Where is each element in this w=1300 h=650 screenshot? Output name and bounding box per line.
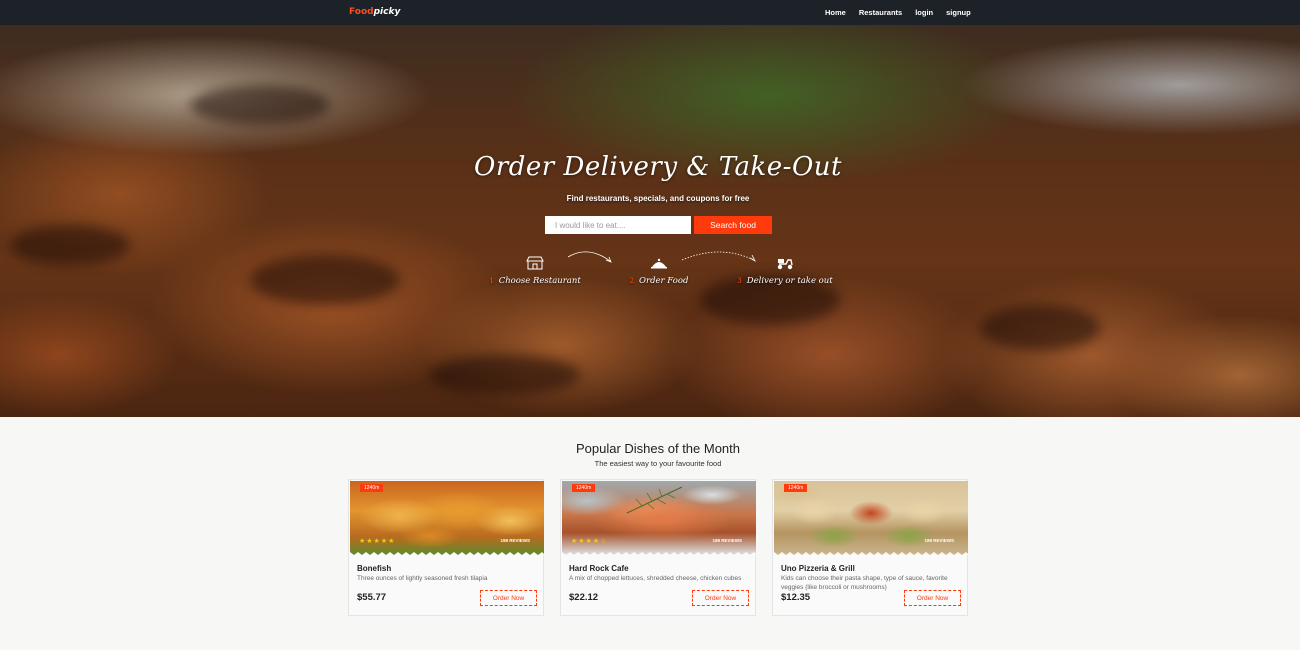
herb-garnish — [626, 486, 683, 514]
dish-card-bonefish[interactable]: 1240m ★★★★★ 198 REVIEWS Bonefish Three o… — [348, 479, 544, 616]
section-subtitle: The easiest way to your favourite food — [594, 459, 722, 468]
logo-part-1: Food — [349, 7, 374, 17]
step-delivery: 3 Delivery or take out — [725, 256, 845, 288]
step-1-text: 1 Choose Restaurant — [489, 276, 581, 286]
hero-title: Order Delivery & Take-Out — [474, 152, 842, 182]
dish-price: $12.35 — [781, 592, 811, 603]
logo[interactable]: Foodpicky — [349, 7, 400, 17]
hero-subtitle: Find restaurants, specials, and coupons … — [566, 194, 750, 203]
order-now-button[interactable]: Order Now — [692, 590, 749, 606]
distance-badge: 1240m — [784, 484, 808, 492]
dish-price: $55.77 — [357, 592, 387, 603]
step-2-label: Order Food — [639, 276, 689, 286]
dish-description: A mix of chopped lettuces, shredded chee… — [569, 575, 742, 582]
step-3-number: 3 — [737, 277, 742, 285]
step-2-text: 2 Order Food — [630, 276, 689, 286]
order-now-button[interactable]: Order Now — [480, 590, 537, 606]
nav-login[interactable]: login — [915, 8, 933, 17]
nav-home[interactable]: Home — [825, 8, 846, 17]
nav-restaurants[interactable]: Restaurants — [859, 8, 902, 17]
rating-stars-icon: ★★★★☆ — [571, 538, 608, 545]
store-icon — [526, 256, 544, 270]
reviews-count: 198 REVIEWS — [500, 538, 530, 543]
nav-menu: Home Restaurants login signup — [825, 8, 971, 17]
dish-price: $22.12 — [569, 592, 599, 603]
scooter-icon — [777, 259, 793, 270]
reviews-count: 198 REVIEWS — [924, 538, 954, 543]
dish-name[interactable]: Uno Pizzeria & Grill — [781, 564, 855, 573]
cloche-icon — [651, 258, 667, 269]
dish-card-uno-pizzeria[interactable]: 1240m 198 REVIEWS Uno Pizzeria & Grill K… — [772, 479, 968, 616]
search-food-button[interactable]: Search food — [694, 216, 772, 234]
step-1-label: Choose Restaurant — [498, 276, 581, 286]
dish-name[interactable]: Hard Rock Cafe — [569, 564, 629, 573]
distance-badge: 1240m — [360, 484, 384, 492]
zigzag-edge — [774, 552, 968, 555]
search-input[interactable] — [545, 216, 691, 234]
step-3-label: Delivery or take out — [746, 276, 833, 286]
reviews-count: 198 REVIEWS — [712, 538, 742, 543]
dish-description: Three ounces of lightly seasoned fresh t… — [357, 575, 488, 582]
step-3-text: 3 Delivery or take out — [737, 276, 832, 286]
dish-image[interactable]: 1240m 198 REVIEWS — [774, 481, 968, 555]
section-title: Popular Dishes of the Month — [575, 441, 741, 456]
dish-image[interactable]: 1240m ★★★★★ 198 REVIEWS — [350, 481, 544, 555]
rating-stars-icon: ★★★★★ — [359, 538, 396, 545]
dish-image[interactable]: 1240m ★★★★☆ 198 REVIEWS — [562, 481, 756, 555]
dish-card-hard-rock-cafe[interactable]: 1240m ★★★★☆ 198 REVIEWS Hard Rock Cafe A… — [560, 479, 756, 616]
distance-badge: 1240m — [572, 484, 596, 492]
dish-name[interactable]: Bonefish — [357, 564, 391, 573]
navbar: Foodpicky Home Restaurants login signup — [0, 0, 1300, 25]
step-1-number: 1 — [489, 277, 494, 285]
zigzag-edge — [350, 552, 544, 555]
step-2-number: 2 — [629, 277, 635, 285]
zigzag-edge — [562, 552, 756, 555]
order-now-button[interactable]: Order Now — [904, 590, 961, 606]
logo-part-2: picky — [373, 7, 401, 17]
nav-signup[interactable]: signup — [946, 8, 971, 17]
